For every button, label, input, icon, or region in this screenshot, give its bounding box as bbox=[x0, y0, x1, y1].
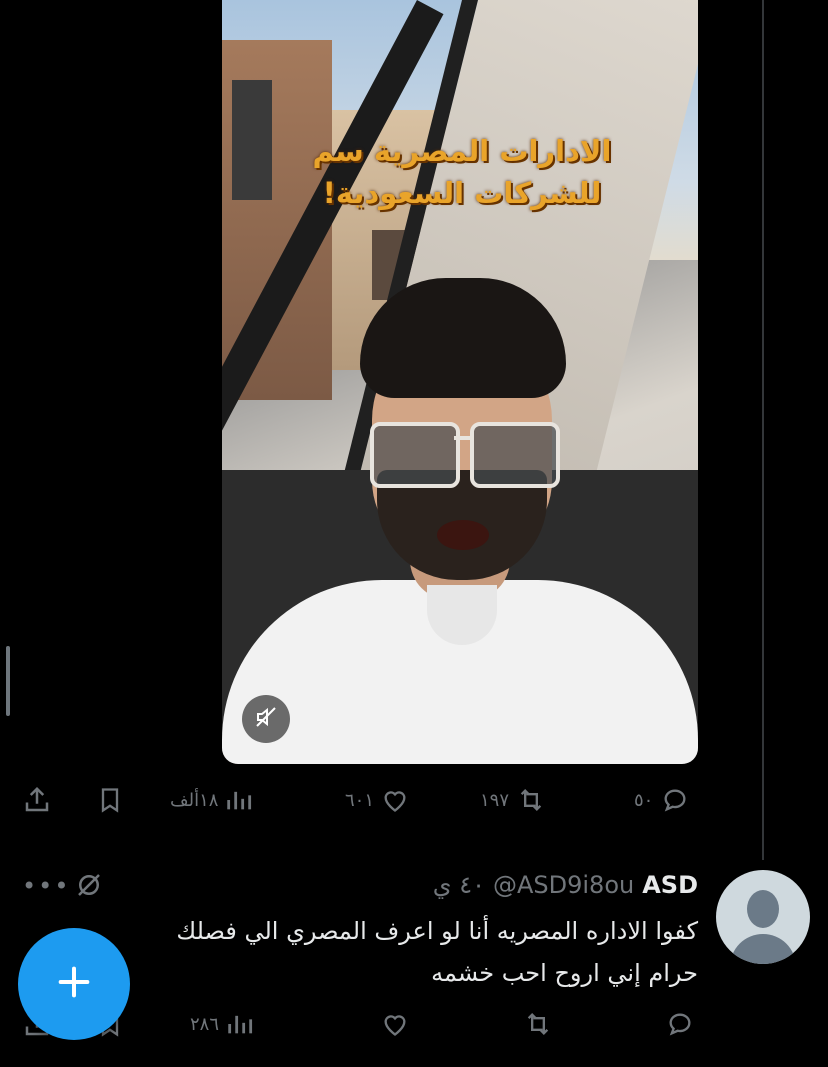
reply-text-line: حرام إني اروح احب خشمه bbox=[431, 959, 698, 987]
compose-button[interactable] bbox=[18, 928, 130, 1040]
bar-chart-icon bbox=[224, 786, 252, 814]
reply-text-line: كفوا الاداره المصريه أنا لو اعرف المصري … bbox=[176, 917, 698, 945]
reply-time[interactable]: ٤٠ ي bbox=[433, 871, 485, 899]
grok-icon[interactable] bbox=[74, 870, 104, 904]
heart-icon bbox=[380, 1010, 410, 1038]
likes-count: ٦٠١ bbox=[345, 789, 375, 811]
like-button[interactable]: ٦٠١ bbox=[345, 780, 410, 820]
more-options-icon[interactable]: ••• bbox=[22, 872, 70, 900]
comment-icon bbox=[664, 1010, 696, 1038]
speaker-muted-icon bbox=[254, 705, 278, 733]
bookmark-button[interactable] bbox=[96, 780, 124, 820]
repost-button[interactable] bbox=[522, 1004, 554, 1044]
video-person-mouth bbox=[437, 520, 489, 550]
heart-icon bbox=[380, 786, 410, 814]
bar-chart-icon bbox=[225, 1010, 253, 1038]
replies-count: ٥٠ bbox=[634, 789, 654, 811]
reply-handle[interactable]: @ASD9i8ou bbox=[493, 871, 634, 899]
views-button[interactable]: ٢٨٦ bbox=[190, 1004, 253, 1044]
views-count: ٢٨٦ bbox=[190, 1013, 220, 1035]
views-button[interactable]: ١٨ألف bbox=[170, 780, 252, 820]
reply-name[interactable]: ASD bbox=[642, 871, 698, 899]
reply-action-bar: ٢٨٦ bbox=[0, 1004, 828, 1044]
video-person-sunglasses bbox=[370, 420, 560, 490]
reply-button[interactable]: ٥٠ bbox=[634, 780, 691, 820]
views-count: ١٨ألف bbox=[170, 789, 219, 811]
like-button[interactable] bbox=[380, 1004, 410, 1044]
mute-button[interactable] bbox=[242, 695, 290, 743]
reply-header: ٤٠ ي @ASD9i8ou ASD bbox=[433, 870, 698, 900]
video-overlay-text: الادارات المصرية سم للشركات السعودية! bbox=[312, 134, 612, 210]
repost-icon bbox=[522, 1010, 554, 1038]
reposts-count: ١٩٧ bbox=[480, 789, 510, 811]
share-icon bbox=[22, 785, 52, 815]
reply-button[interactable] bbox=[664, 1004, 696, 1044]
repost-button[interactable]: ١٩٧ bbox=[480, 780, 547, 820]
tweet-video[interactable]: الادارات المصرية سم للشركات السعودية! bbox=[222, 0, 698, 764]
comment-icon bbox=[659, 786, 691, 814]
scroll-indicator[interactable] bbox=[6, 646, 10, 716]
reply-text: كفوا الاداره المصريه أنا لو اعرف المصري … bbox=[58, 910, 698, 994]
share-button[interactable] bbox=[22, 780, 52, 820]
thread-line bbox=[762, 0, 764, 860]
plus-icon bbox=[54, 962, 94, 1006]
tweet-action-bar: ١٨ألف ٦٠١ ١٩٧ ٥٠ bbox=[0, 780, 828, 820]
avatar[interactable] bbox=[716, 870, 810, 964]
bookmark-icon bbox=[96, 785, 124, 815]
repost-icon bbox=[515, 786, 547, 814]
